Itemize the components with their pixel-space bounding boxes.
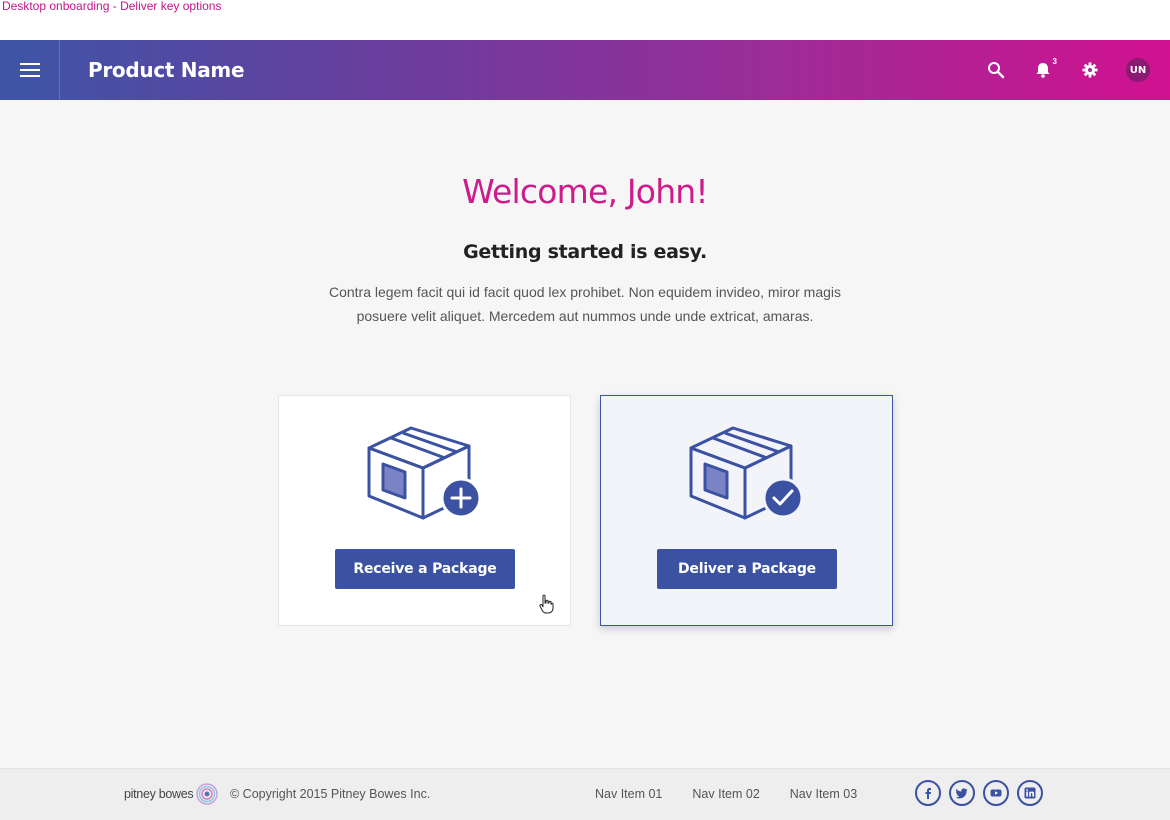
footer-nav-item-02[interactable]: Nav Item 02	[692, 787, 759, 801]
app-bar-actions: 3 UN	[961, 40, 1150, 100]
footer: pitney bowes © Copyright 2015 Pitney Bow…	[0, 768, 1170, 820]
gear-icon	[1082, 62, 1098, 78]
deliver-package-card[interactable]: Deliver a Package	[600, 395, 893, 626]
search-button[interactable]	[984, 58, 1008, 82]
bell-icon	[1036, 63, 1050, 78]
user-avatar[interactable]: UN	[1126, 58, 1150, 82]
twitter-button[interactable]	[949, 780, 975, 806]
facebook-button[interactable]	[915, 780, 941, 806]
logo-text: pitney bowes	[124, 787, 194, 801]
getting-started-subhead: Getting started is easy.	[463, 241, 707, 263]
hand-cursor-icon	[539, 594, 554, 614]
receive-package-button[interactable]: Receive a Package	[335, 549, 515, 589]
intro-text: Contra legem facit qui id facit quod lex…	[328, 284, 842, 324]
welcome-heading: Welcome, John!	[462, 172, 709, 211]
receive-package-card[interactable]: Receive a Package	[278, 395, 571, 626]
facebook-icon	[925, 788, 931, 799]
pitney-bowes-logo: pitney bowes	[124, 783, 219, 805]
app-bar: Product Name 3 UN	[0, 40, 1170, 100]
package-add-icon	[367, 426, 482, 520]
footer-nav: Nav Item 01 Nav Item 02 Nav Item 03	[595, 787, 887, 801]
youtube-button[interactable]	[983, 780, 1009, 806]
frame-label: Desktop onboarding - Deliver key options	[2, 0, 222, 13]
menu-icon	[19, 63, 40, 77]
app-title: Product Name	[88, 58, 245, 82]
social-links	[915, 780, 1051, 806]
package-check-icon	[689, 426, 804, 520]
twitter-icon	[956, 788, 968, 799]
deliver-package-button[interactable]: Deliver a Package	[657, 549, 837, 589]
footer-nav-item-01[interactable]: Nav Item 01	[595, 787, 662, 801]
footer-nav-item-03[interactable]: Nav Item 03	[790, 787, 857, 801]
notification-count: 3	[1052, 57, 1057, 66]
frame-label-bar: Desktop onboarding - Deliver key options	[0, 0, 1170, 40]
notifications-button[interactable]: 3	[1031, 57, 1057, 82]
linkedin-button[interactable]	[1017, 780, 1043, 806]
search-icon	[988, 62, 1005, 79]
menu-button[interactable]	[0, 40, 60, 100]
copyright-text: © Copyright 2015 Pitney Bowes Inc.	[230, 787, 431, 801]
settings-button[interactable]	[1078, 58, 1102, 82]
youtube-icon	[990, 789, 1002, 797]
linkedin-icon	[1024, 787, 1036, 799]
pitney-bowes-mark-icon	[196, 783, 219, 805]
